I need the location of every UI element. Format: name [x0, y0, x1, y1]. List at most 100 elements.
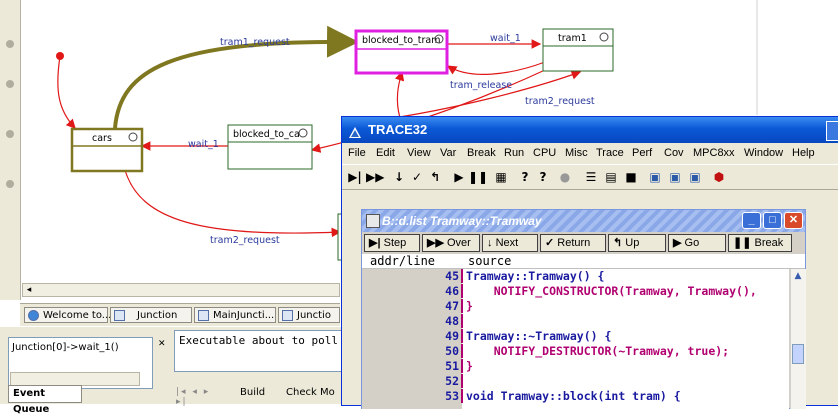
- trace32-window: TRACE32 File Edit View Var Break Run CPU…: [341, 116, 838, 409]
- button-label: Next: [495, 237, 519, 249]
- code-line[interactable]: 48: [362, 314, 789, 328]
- output-panel: Executable about to poll: [174, 330, 345, 372]
- tab-welcome[interactable]: Welcome to...: [24, 307, 111, 323]
- next-button[interactable]: ↓ Next: [482, 234, 538, 252]
- menu-misc[interactable]: Misc: [565, 144, 588, 163]
- tab-build[interactable]: Build: [240, 387, 265, 398]
- menu-var[interactable]: Var: [440, 144, 456, 163]
- menu-trace[interactable]: Trace: [596, 144, 624, 163]
- line-separator: [461, 374, 463, 388]
- trace32-logo-icon: [348, 123, 362, 138]
- event-queue-hscroll[interactable]: [10, 372, 140, 386]
- window-cascade-icon[interactable]: ▣: [666, 168, 684, 186]
- state-blocked-to-cars[interactable]: blocked_to_ca: [227, 124, 313, 170]
- return-button[interactable]: ✓ Return: [540, 234, 606, 252]
- code-line[interactable]: 45 Tramway::Tramway() {: [362, 269, 789, 283]
- code-line[interactable]: 49 Tramway::~Tramway() {: [362, 329, 789, 343]
- list-minimize-button[interactable]: _: [742, 212, 761, 229]
- line-number: 51: [445, 359, 459, 373]
- menu-edit[interactable]: Edit: [376, 144, 395, 163]
- code-line[interactable]: 46 NOTIFY_CONSTRUCTOR(Tramway, Tramway()…: [362, 284, 789, 298]
- menu-break[interactable]: Break: [467, 144, 496, 163]
- left-toolbar: [0, 0, 21, 300]
- menu-file[interactable]: File: [348, 144, 366, 163]
- transition-label: tram2_request: [525, 96, 595, 107]
- list-maximize-button[interactable]: □: [763, 212, 782, 229]
- step-button[interactable]: ▶| Step: [364, 234, 420, 252]
- tab-mainjunction[interactable]: MainJuncti...: [194, 307, 276, 323]
- diagram-hscrollbar[interactable]: ◂: [22, 283, 340, 297]
- breakpoint-icon[interactable]: ⬢: [710, 168, 728, 186]
- menu-run[interactable]: Run: [504, 144, 524, 163]
- break-button[interactable]: ❚❚ Break: [728, 234, 792, 252]
- code-line[interactable]: 51}: [362, 359, 789, 373]
- close-panel-icon[interactable]: ✕: [158, 339, 170, 369]
- list-vscrollbar[interactable]: ▲: [790, 269, 806, 409]
- tab-junction[interactable]: Junction: [110, 307, 192, 323]
- svg-text:blocked_to_tram: blocked_to_tram: [362, 35, 441, 46]
- step-over-icon[interactable]: ▶▶: [366, 168, 384, 186]
- state-cars[interactable]: cars: [70, 127, 144, 173]
- toolbar-dot-icon[interactable]: [6, 180, 14, 188]
- window-arrange-icon[interactable]: ▣: [686, 168, 704, 186]
- menu-cpu[interactable]: CPU: [533, 144, 556, 163]
- menu-view[interactable]: View: [407, 144, 431, 163]
- menu-help[interactable]: Help: [792, 144, 815, 163]
- return-icon[interactable]: ✓: [408, 168, 426, 186]
- menu-cov[interactable]: Cov: [664, 144, 684, 163]
- button-label: Break: [754, 237, 784, 249]
- tab-nav-arrows-icon[interactable]: |◂ ◂ ▸ ▸|: [176, 387, 224, 407]
- source-text: }: [466, 299, 473, 313]
- code-line[interactable]: 47}: [362, 299, 789, 313]
- next-icon[interactable]: ↓: [390, 168, 408, 186]
- event-queue-item[interactable]: Junction[0]->wait_1(): [12, 342, 119, 353]
- code-line[interactable]: 50 NOTIFY_DESTRUCTOR(~Tramway, true);: [362, 344, 789, 358]
- stop-icon[interactable]: ●: [556, 168, 574, 186]
- trace32-menubar: File Edit View Var Break Run CPU Misc Tr…: [342, 144, 838, 163]
- context-help-icon[interactable]: ?: [534, 168, 552, 186]
- tab-check-model[interactable]: Check Mo: [286, 387, 335, 398]
- tab-event-queue[interactable]: Event Queue: [8, 385, 82, 415]
- step-into-icon[interactable]: ▶|: [346, 168, 364, 186]
- break-icon[interactable]: ❚❚: [468, 168, 488, 186]
- menu-mpc8xx[interactable]: MPC8xx: [693, 144, 735, 163]
- menu-window[interactable]: Window: [744, 144, 783, 163]
- globe-icon: [28, 310, 39, 321]
- scroll-up-icon[interactable]: ▲: [792, 271, 804, 283]
- go-icon[interactable]: ▶: [450, 168, 468, 186]
- register-icon[interactable]: ■: [622, 168, 640, 186]
- memory-icon[interactable]: ▤: [602, 168, 620, 186]
- code-line[interactable]: 52: [362, 374, 789, 388]
- help-icon[interactable]: ?: [516, 168, 534, 186]
- line-separator: [461, 389, 463, 403]
- line-separator: [461, 329, 463, 343]
- scroll-left-icon[interactable]: ◂: [23, 284, 35, 296]
- svg-text:cars: cars: [92, 133, 112, 144]
- trace32-titlebar[interactable]: TRACE32: [342, 117, 838, 143]
- list-icon[interactable]: ☰: [582, 168, 600, 186]
- window-tile-icon[interactable]: ▣: [646, 168, 664, 186]
- chart-tool-icon[interactable]: ▦: [492, 168, 510, 186]
- menu-perf[interactable]: Perf: [632, 144, 652, 163]
- state-tram1[interactable]: tram1: [542, 28, 614, 72]
- transition-label: tram2_request: [210, 235, 280, 246]
- list-window-titlebar[interactable]: B::d.list Tramway::Tramway _ □ ✕: [362, 210, 805, 232]
- toolbar-dot-icon[interactable]: [6, 40, 14, 48]
- tab-junction-2[interactable]: Junctio: [278, 307, 340, 323]
- up-button[interactable]: ↰ Up: [608, 234, 666, 252]
- source-text: }: [466, 359, 473, 373]
- toolbar-dot-icon[interactable]: [6, 80, 14, 88]
- code-line[interactable]: 53 void Tramway::block(int tram) {: [362, 389, 789, 403]
- state-blocked-to-tram[interactable]: blocked_to_tram: [354, 29, 449, 75]
- list-close-button[interactable]: ✕: [784, 212, 803, 229]
- line-number: 52: [445, 374, 459, 388]
- go-button[interactable]: ▶ Go: [668, 234, 726, 252]
- up-icon[interactable]: ↰: [426, 168, 444, 186]
- line-separator: [461, 344, 463, 358]
- transition-label: tram_release: [450, 80, 512, 91]
- over-button[interactable]: ▶▶ Over: [422, 234, 480, 252]
- window-minimize-button[interactable]: [826, 121, 838, 141]
- toolbar-dot-icon[interactable]: [6, 130, 14, 138]
- scroll-thumb[interactable]: [792, 344, 804, 364]
- svg-text:blocked_to_ca: blocked_to_ca: [233, 129, 300, 140]
